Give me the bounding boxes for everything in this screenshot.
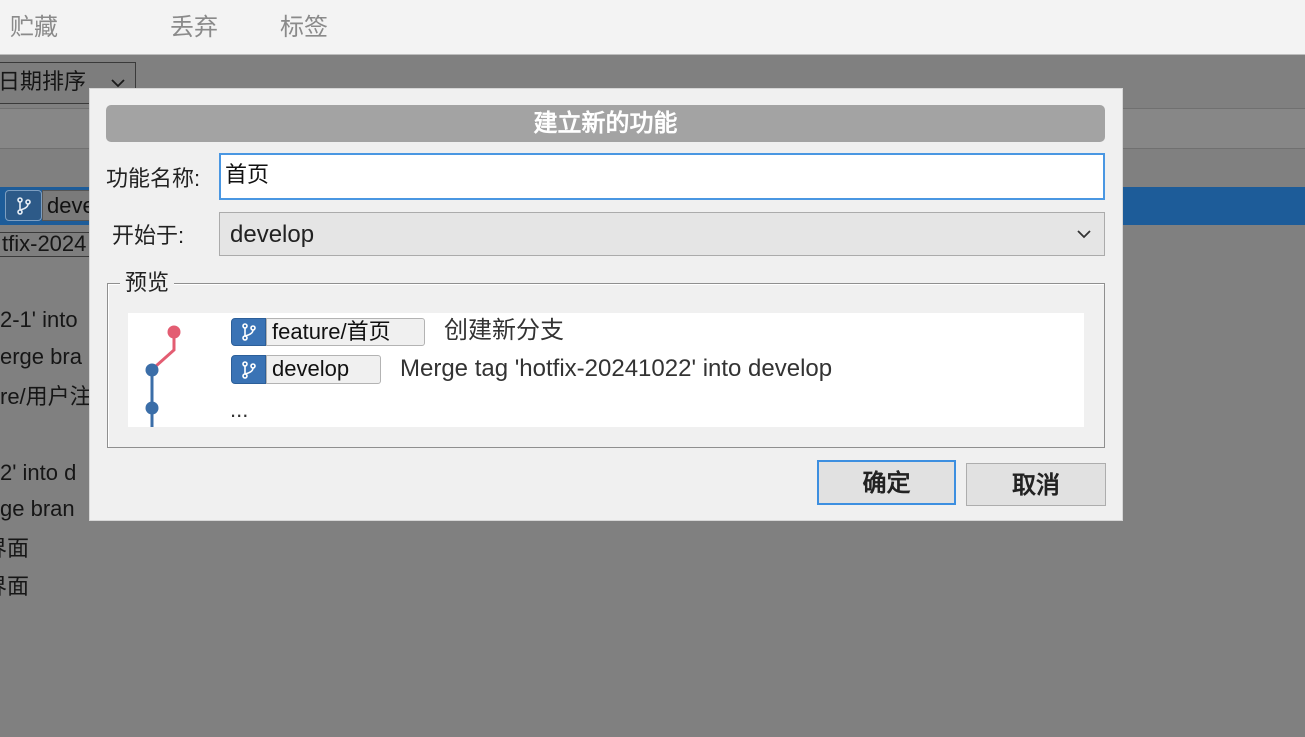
toolbar-stash-button[interactable]: 贮藏 xyxy=(10,13,58,43)
branch-icon xyxy=(231,318,266,346)
branch-icon xyxy=(5,190,42,221)
graph-edge-new-branch xyxy=(155,337,176,368)
preview-label: 预览 xyxy=(120,269,175,297)
branch-badge-label: feature/首页 xyxy=(272,319,391,344)
list-item[interactable]: erge bra xyxy=(0,343,82,371)
list-item[interactable]: 界面 xyxy=(0,573,29,601)
dialog-title: 建立新的功能 xyxy=(106,105,1105,142)
commit-message: 创建新分支 xyxy=(444,317,564,344)
graph-node-feature xyxy=(167,325,181,339)
branch-icon xyxy=(231,355,266,384)
new-feature-dialog: 建立新的功能 功能名称: 开始于: develop 预览 feature/首页 xyxy=(89,88,1123,521)
toolbar-tag-button[interactable]: 标签 xyxy=(280,13,328,43)
commit-message: Merge tag 'hotfix-20241022' into develop xyxy=(400,355,833,382)
toolbar: 贮藏 丢弃 标签 xyxy=(0,0,1305,55)
ok-button[interactable]: 确定 xyxy=(817,460,956,505)
cancel-button[interactable]: 取消 xyxy=(966,463,1106,506)
branch-badge-label: deve xyxy=(47,193,95,218)
commit-graph xyxy=(145,325,181,427)
branch-badge-label: develop xyxy=(272,356,350,381)
feature-name-input[interactable] xyxy=(219,153,1105,200)
feature-name-label: 功能名称: xyxy=(106,166,201,191)
start-at-select[interactable]: develop xyxy=(219,212,1105,256)
sort-order-value: 日期排序 xyxy=(0,69,87,94)
tag-badge-label: tfix-2024 xyxy=(2,231,87,256)
list-item[interactable]: ge bran xyxy=(0,495,75,523)
list-item[interactable]: 界面 xyxy=(0,535,29,563)
start-at-value: develop xyxy=(230,221,315,248)
graph-node-develop xyxy=(145,363,159,377)
app-window: 贮藏 丢弃 标签 日期排序 deve tfix-2024 2-1' into e… xyxy=(0,0,1305,737)
graph-node-parent xyxy=(145,401,159,415)
chevron-down-icon xyxy=(1077,230,1091,239)
start-at-label: 开始于: xyxy=(112,223,185,248)
chevron-down-icon xyxy=(111,79,125,88)
branch-badge: feature/首页 xyxy=(266,318,425,346)
list-item[interactable]: 2-1' into xyxy=(0,306,78,334)
list-item[interactable]: re/用户注 xyxy=(0,383,92,411)
list-item[interactable]: 2' into d xyxy=(0,459,76,487)
preview-panel: feature/首页 创建新分支 develop Merge tag 'hotf… xyxy=(128,313,1084,427)
toolbar-discard-button[interactable]: 丢弃 xyxy=(170,13,218,43)
branch-badge: develop xyxy=(266,355,381,384)
preview-more-ellipsis: ... xyxy=(230,397,249,422)
